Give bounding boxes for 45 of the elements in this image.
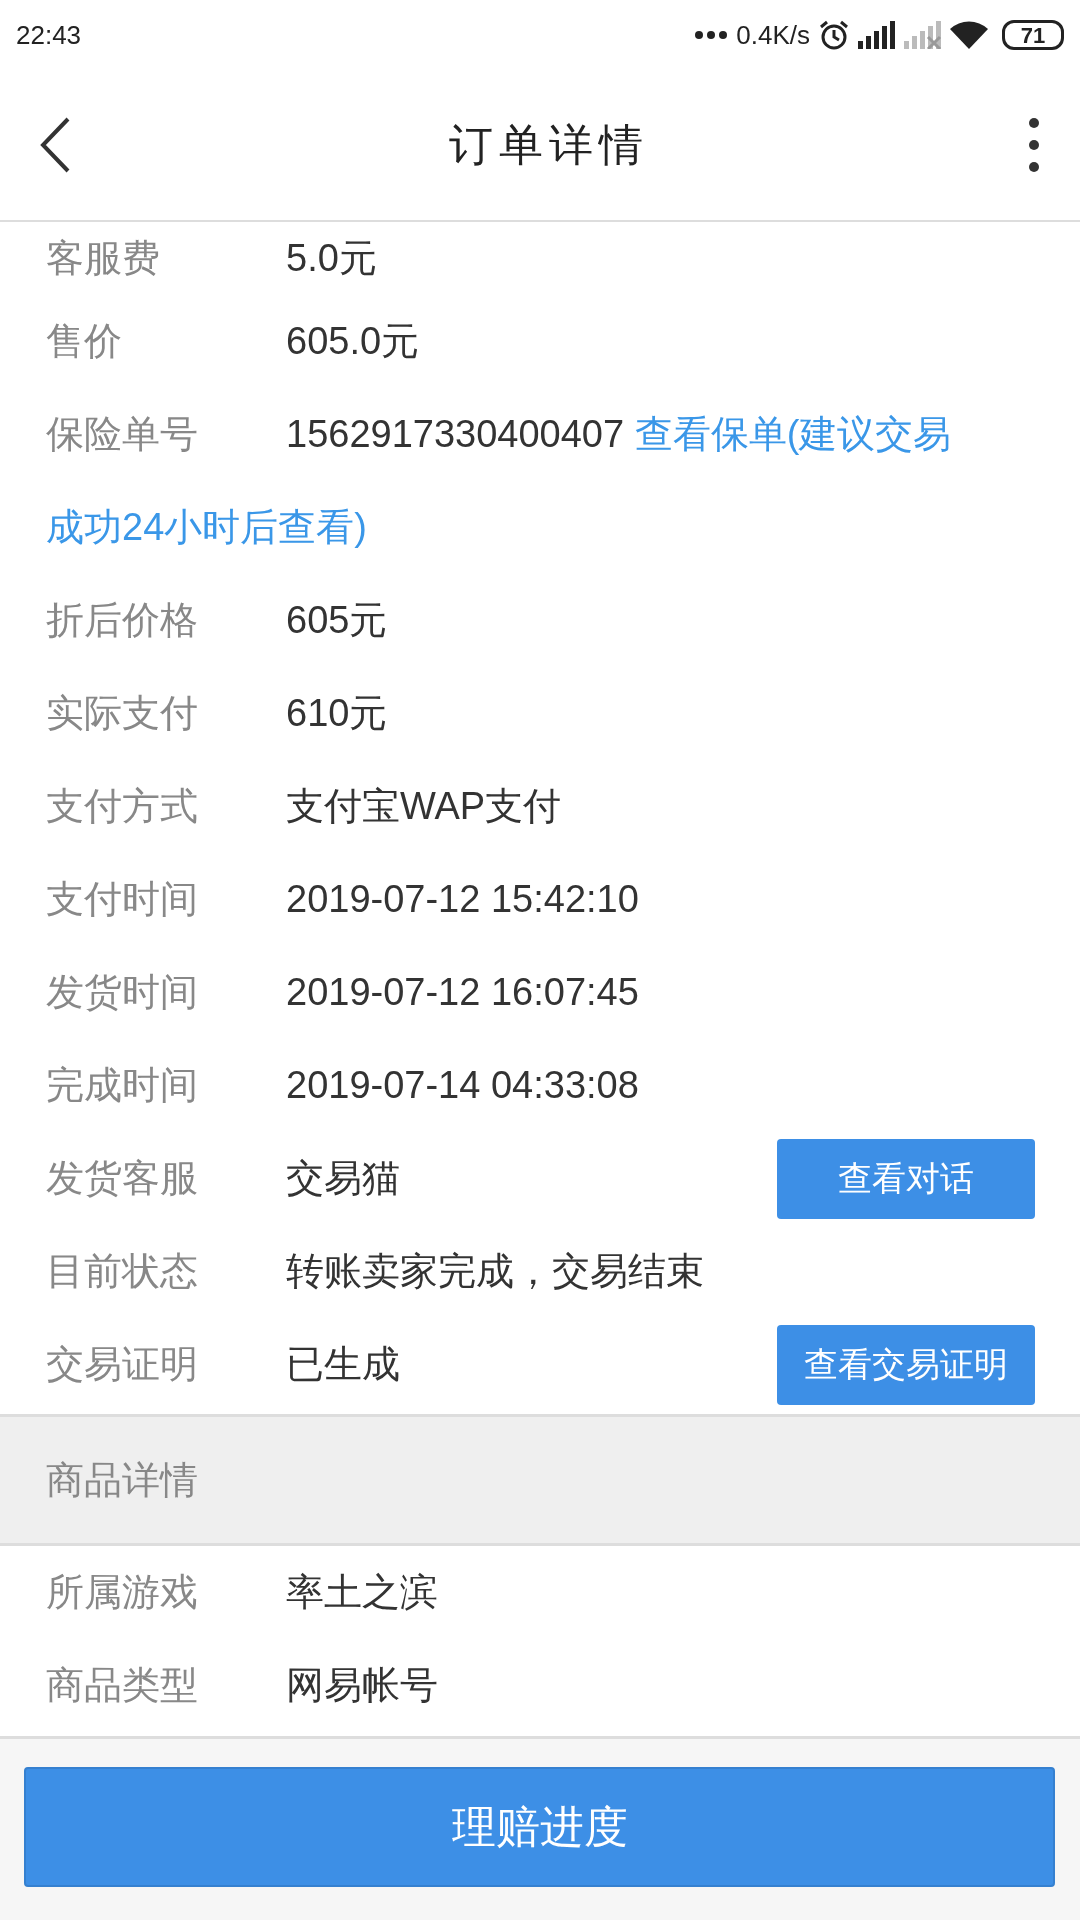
field-value: 2019-07-14 04:33:08	[286, 1063, 639, 1108]
field-value: 5.0元	[286, 236, 377, 281]
page-title: 订单详情	[449, 118, 649, 172]
field-value: 支付宝WAP支付	[286, 784, 562, 829]
field-label: 客服费	[46, 236, 161, 281]
alarm-icon	[818, 19, 850, 51]
more-icon[interactable]	[1028, 117, 1040, 173]
policy-link[interactable]: 查看保单(建议交易	[634, 413, 952, 455]
field-label: 保险单号	[46, 412, 199, 457]
field-value: 率土之滨	[286, 1570, 438, 1615]
wifi-icon	[950, 21, 988, 49]
field-label: 售价	[46, 319, 123, 364]
field-value: 2019-07-12 16:07:45	[286, 970, 639, 1015]
field-value: 交易猫	[286, 1156, 400, 1201]
field-value: 1562917330400407	[286, 413, 625, 455]
field-value: 605元	[286, 598, 388, 643]
field-value: 网易帐号	[286, 1663, 438, 1708]
field-value: 2019-07-12 15:42:10	[286, 877, 639, 922]
no-signal-icon	[904, 21, 942, 49]
field-label: 折后价格	[46, 598, 199, 643]
status-time: 22:43	[16, 18, 82, 52]
field-label: 所属游戏	[46, 1570, 199, 1615]
section-title: 商品详情	[46, 1457, 198, 1503]
field-label: 支付方式	[46, 784, 199, 829]
field-value: 610元	[286, 691, 388, 736]
field-label: 发货时间	[46, 970, 199, 1015]
field-value: 605.0元	[286, 319, 420, 364]
field-label: 支付时间	[46, 877, 199, 922]
field-label: 实际支付	[46, 691, 199, 736]
signal-icon	[858, 21, 896, 49]
field-label: 发货客服	[46, 1156, 199, 1201]
field-label: 目前状态	[46, 1249, 199, 1294]
field-value: 转账卖家完成，交易结束	[286, 1249, 704, 1294]
view-button[interactable]: 查看对话	[777, 1138, 1035, 1219]
field-label: 交易证明	[46, 1342, 199, 1387]
claim-progress-button[interactable]: 理赔进度	[24, 1767, 1055, 1887]
more-dots-icon	[694, 30, 729, 40]
policy-link[interactable]: 成功24小时后查看)	[46, 481, 367, 574]
network-speed: 0.4K/s	[736, 18, 810, 52]
field-label: 商品类型	[46, 1663, 199, 1708]
back-icon[interactable]	[40, 117, 70, 173]
field-value: 已生成	[286, 1342, 400, 1387]
field-label: 完成时间	[46, 1063, 199, 1108]
battery-indicator: 71	[1002, 20, 1064, 50]
view-button[interactable]: 查看交易证明	[777, 1324, 1035, 1405]
